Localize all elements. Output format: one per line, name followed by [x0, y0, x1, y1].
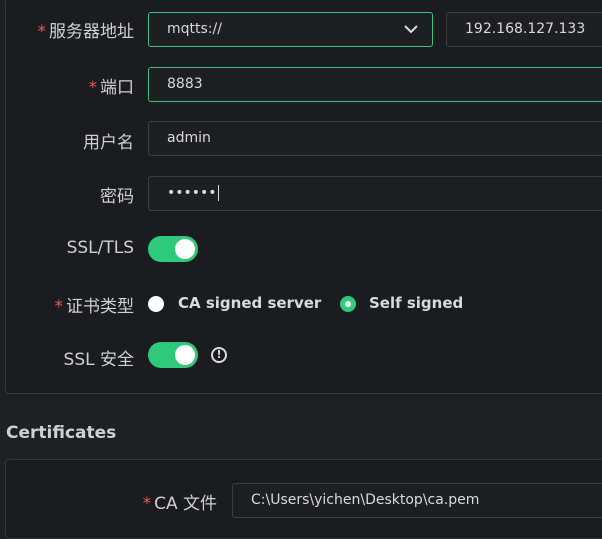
password-input-value: •••••• — [167, 185, 217, 201]
ca-file-label: * CA 文件 — [142, 494, 217, 514]
protocol-select[interactable]: mqtts:// — [148, 12, 433, 47]
required-mark: * — [37, 22, 47, 42]
password-label: 密码 — [100, 187, 134, 207]
port-input[interactable]: 8883 — [148, 67, 602, 102]
password-input[interactable]: •••••• — [148, 176, 602, 211]
text-cursor — [217, 185, 219, 201]
ca-file-input-value: C:\Users\yichen\Desktop\ca.pem — [251, 492, 480, 508]
chevron-down-icon — [404, 25, 418, 34]
radio-ca-signed-server[interactable] — [148, 296, 164, 312]
server-address-label: * 服务器地址 — [37, 22, 135, 42]
ca-file-input[interactable]: C:\Users\yichen\Desktop\ca.pem — [232, 483, 602, 518]
toggle-knob — [175, 239, 195, 259]
username-input-value: admin — [167, 130, 211, 146]
username-input[interactable]: admin — [148, 121, 602, 156]
host-input[interactable]: 192.168.127.133 — [446, 12, 602, 47]
ssl-tls-label: SSL/TLS — [66, 238, 134, 258]
required-mark: * — [142, 494, 152, 514]
required-mark: * — [54, 297, 64, 317]
ssl-secure-label: SSL 安全 — [63, 350, 134, 370]
ssl-tls-toggle[interactable] — [148, 236, 198, 262]
required-mark: * — [88, 78, 98, 98]
toggle-knob — [175, 345, 195, 365]
radio-label-self-signed[interactable]: Self signed — [369, 294, 463, 312]
port-input-value: 8883 — [167, 76, 203, 92]
radio-self-signed[interactable] — [340, 296, 356, 312]
certificates-section-title: Certificates — [6, 423, 117, 443]
username-label: 用户名 — [83, 133, 134, 153]
radio-label-ca-signed-server[interactable]: CA signed server — [178, 294, 321, 312]
cert-type-label: * 证书类型 — [54, 297, 135, 317]
port-label: * 端口 — [88, 78, 135, 98]
host-input-value: 192.168.127.133 — [465, 21, 586, 37]
protocol-select-value: mqtts:// — [167, 21, 222, 37]
info-icon[interactable]: ! — [211, 347, 227, 363]
ssl-secure-toggle[interactable] — [148, 342, 198, 368]
